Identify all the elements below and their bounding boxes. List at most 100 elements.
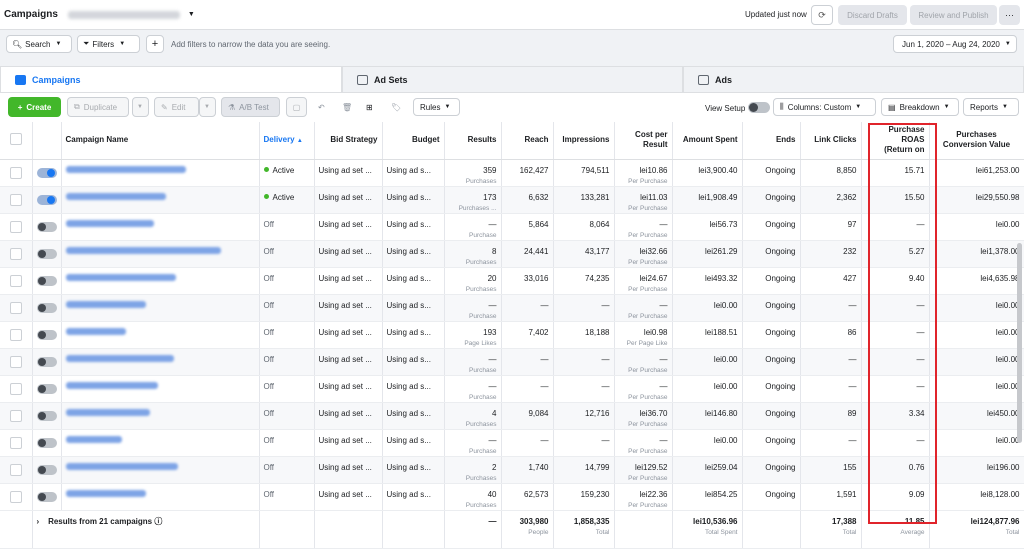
row-checkbox[interactable] — [9, 409, 22, 422]
campaign-toggle[interactable] — [36, 275, 57, 286]
date-range-picker[interactable]: Jun 1, 2020 – Aug 24, 2020 ▼ — [893, 35, 1017, 53]
campaign-name-cell[interactable] — [61, 186, 260, 214]
row-checkbox[interactable] — [9, 301, 22, 314]
duplicate-dropdown[interactable]: ▼ — [132, 97, 149, 117]
row-checkbox[interactable] — [9, 382, 22, 395]
account-dropdown-icon[interactable]: ▼ — [188, 11, 195, 18]
campaign-toggle[interactable] — [36, 248, 57, 259]
row-checkbox[interactable] — [9, 274, 22, 287]
add-filter-button[interactable]: + — [146, 35, 164, 53]
campaign-name-cell[interactable] — [61, 159, 260, 187]
campaign-toggle[interactable] — [36, 329, 57, 340]
campaign-name-redacted[interactable] — [65, 165, 186, 173]
filters-button[interactable]: ⏷ Filters ▼ — [77, 35, 140, 53]
col-amount-spent[interactable]: Amount Spent — [672, 122, 743, 160]
view-setup-toggle[interactable] — [748, 102, 770, 113]
select-all-checkbox[interactable] — [9, 132, 22, 145]
campaign-name-redacted[interactable] — [65, 354, 174, 362]
row-checkbox[interactable] — [9, 463, 22, 476]
ab-test-button[interactable]: ⚗ A/B Test — [221, 97, 280, 117]
campaign-name-cell[interactable] — [61, 294, 260, 322]
campaign-name-cell[interactable] — [61, 348, 260, 376]
table-row[interactable]: Off Using ad set ... Using ad s... — Purchas… — [0, 213, 1024, 241]
col-budget[interactable]: Budget — [382, 122, 445, 160]
tag-icon[interactable]: 🏷︎ — [385, 98, 408, 116]
tab-ads[interactable]: Ads — [683, 66, 1024, 92]
campaign-toggle[interactable] — [36, 302, 57, 313]
col-impressions[interactable]: Impressions — [553, 122, 615, 160]
campaign-name-redacted[interactable] — [65, 408, 150, 416]
tab-ad-sets[interactable]: Ad Sets — [342, 66, 683, 92]
col-purchase-conversion-value[interactable]: Purchases Conversion Value — [929, 122, 1024, 160]
campaign-toggle[interactable] — [36, 167, 57, 178]
col-link-clicks[interactable]: Link Clicks — [800, 122, 862, 160]
tab-campaigns[interactable]: Campaigns — [0, 66, 342, 92]
col-results[interactable]: Results — [444, 122, 502, 160]
campaign-name-redacted[interactable] — [65, 300, 146, 308]
campaign-name-cell[interactable] — [61, 483, 260, 511]
campaign-name-redacted[interactable] — [65, 327, 126, 335]
table-row[interactable]: Off Using ad set ... Using ad s... 40 Purcha… — [0, 483, 1024, 511]
table-row[interactable]: Off Using ad set ... Using ad s... — Purchas… — [0, 429, 1024, 457]
campaign-toggle[interactable] — [36, 437, 57, 448]
more-options-button[interactable]: ··· — [999, 5, 1020, 25]
col-bid-strategy[interactable]: Bid Strategy — [314, 122, 383, 160]
campaign-name-redacted[interactable] — [65, 192, 166, 200]
campaign-name-redacted[interactable] — [65, 489, 146, 497]
campaign-name-cell[interactable] — [61, 213, 260, 241]
campaign-name-cell[interactable] — [61, 429, 260, 457]
reports-button[interactable]: Reports ▼ — [963, 98, 1019, 116]
campaign-name-redacted[interactable] — [65, 381, 158, 389]
refresh-icon[interactable]: ⟳ — [811, 5, 833, 25]
table-row[interactable]: Off Using ad set ... Using ad s... 20 Purcha… — [0, 267, 1024, 295]
table-row[interactable]: Off Using ad set ... Using ad s... — Purchas… — [0, 348, 1024, 376]
campaign-toggle[interactable] — [36, 410, 57, 421]
campaign-toggle[interactable] — [36, 356, 57, 367]
delete-draft-button[interactable]: ▢ — [286, 97, 307, 117]
campaign-name-cell[interactable] — [61, 456, 260, 484]
trash-icon[interactable]: 🗑︎ — [336, 98, 359, 116]
row-checkbox[interactable] — [9, 436, 22, 449]
edit-dropdown[interactable]: ▼ — [199, 97, 216, 117]
campaign-name-cell[interactable] — [61, 375, 260, 403]
account-name-redacted[interactable] — [67, 10, 180, 19]
table-row[interactable]: Off Using ad set ... Using ad s... — Purchas… — [0, 294, 1024, 322]
create-button[interactable]: + Create — [8, 97, 61, 117]
campaign-name-redacted[interactable] — [65, 462, 178, 470]
campaign-name-redacted[interactable] — [65, 246, 221, 254]
row-checkbox[interactable] — [9, 355, 22, 368]
table-row[interactable]: Off Using ad set ... Using ad s... 193 Page … — [0, 321, 1024, 349]
vertical-scrollbar[interactable] — [1017, 243, 1022, 443]
table-row[interactable]: Off Using ad set ... Using ad s... — Purchas… — [0, 375, 1024, 403]
info-icon[interactable]: ⓘ — [154, 517, 162, 526]
preview-icon[interactable]: ⊞ — [360, 98, 379, 116]
campaign-toggle[interactable] — [36, 491, 57, 502]
campaign-name-cell[interactable] — [61, 321, 260, 349]
table-row[interactable]: Off Using ad set ... Using ad s... 2 Purchas… — [0, 456, 1024, 484]
discard-drafts-button[interactable]: Discard Drafts — [838, 5, 907, 25]
undo-icon[interactable]: ↶ — [312, 98, 331, 116]
col-ends[interactable]: Ends — [742, 122, 801, 160]
row-checkbox[interactable] — [9, 490, 22, 503]
campaign-name-redacted[interactable] — [65, 273, 176, 281]
campaign-name-cell[interactable] — [61, 402, 260, 430]
row-checkbox[interactable] — [9, 220, 22, 233]
col-campaign-name[interactable]: Campaign Name — [61, 122, 260, 160]
expand-icon[interactable]: › — [37, 517, 40, 526]
row-checkbox[interactable] — [9, 166, 22, 179]
edit-button[interactable]: ✎ Edit — [154, 97, 199, 117]
table-row[interactable]: Off Using ad set ... Using ad s... 4 Purchas… — [0, 402, 1024, 430]
search-button[interactable]: 🔍︎ Search ▼ — [6, 35, 72, 53]
row-checkbox[interactable] — [9, 328, 22, 341]
row-checkbox[interactable] — [9, 247, 22, 260]
table-row[interactable]: Off Using ad set ... Using ad s... 8 Purchas… — [0, 240, 1024, 268]
campaign-toggle[interactable] — [36, 383, 57, 394]
col-purchase-roas[interactable]: Purchase ROAS (Return on — [861, 122, 930, 160]
campaign-name-redacted[interactable] — [65, 219, 154, 227]
rules-button[interactable]: Rules ▼ — [413, 98, 460, 116]
table-row[interactable]: Active Using ad set ... Using ad s... 359 Pu… — [0, 159, 1024, 187]
table-row[interactable]: Active Using ad set ... Using ad s... 173 Pu… — [0, 186, 1024, 214]
review-publish-button[interactable]: Review and Publish — [910, 5, 997, 25]
duplicate-button[interactable]: ⧉ Duplicate — [67, 97, 129, 117]
campaign-name-redacted[interactable] — [65, 435, 122, 443]
